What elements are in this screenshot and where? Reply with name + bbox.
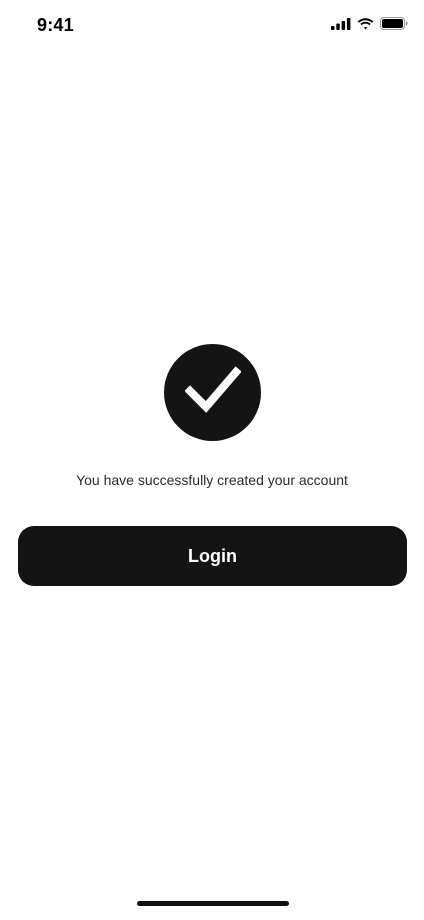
battery-icon (380, 17, 408, 30)
success-message: You have successfully created your accou… (76, 472, 348, 488)
login-button[interactable]: Login (18, 526, 407, 586)
checkmark-icon (183, 366, 242, 419)
success-checkmark-badge (164, 344, 261, 441)
home-indicator (137, 901, 289, 906)
wifi-icon (357, 17, 374, 30)
status-time: 9:41 (37, 15, 74, 35)
account-created-screen: 9:41 You have successfully created your … (0, 0, 424, 920)
cellular-signal-icon (331, 17, 351, 30)
status-icons (331, 17, 408, 30)
status-bar: 9:41 (0, 0, 424, 50)
